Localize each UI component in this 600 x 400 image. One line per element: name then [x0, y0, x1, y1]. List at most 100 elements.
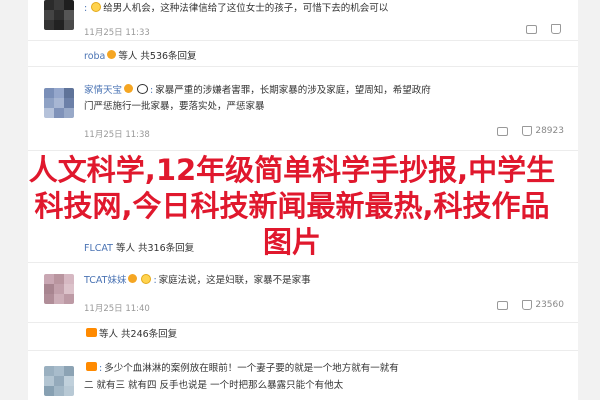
avatar-pixel [64, 386, 74, 396]
avatar-pixel [64, 376, 74, 386]
screenshot-page: : 给男人机会，这种法律信给了这位女士的孩子，可惜下去的机会可以 11月25日 1… [0, 0, 600, 400]
face-emoji-icon [91, 2, 102, 12]
avatar-pixel [44, 274, 54, 284]
avatar[interactable] [44, 274, 74, 304]
comment-body: 家暴严重的涉嫌者害罪，长期家暴的涉及家庭，望周知，希望政府 [155, 85, 431, 96]
username[interactable]: 家情天宝 [84, 85, 122, 96]
reply-summary[interactable]: roba 等人 共536条回复 [84, 50, 197, 63]
avatar-pixel [54, 0, 64, 10]
avatar[interactable] [44, 366, 74, 396]
avatar-pixel [44, 0, 54, 10]
avatar-pixel [64, 20, 74, 30]
divider [28, 322, 578, 323]
verified-icon [124, 84, 134, 93]
comment-actions [526, 24, 564, 34]
avatar-pixel [64, 108, 74, 118]
colon: : [150, 85, 154, 96]
like-count: 28923 [535, 126, 564, 136]
avatar-pixel [64, 10, 74, 20]
reply-icon[interactable] [526, 24, 537, 34]
avatar-pixel [44, 294, 54, 304]
like-button[interactable] [551, 24, 564, 34]
avatar-pixel [54, 386, 64, 396]
reply-summary[interactable]: 等人 共246条回复 [84, 328, 177, 341]
avatar-pixel [64, 98, 74, 108]
comment-actions: 28923 [497, 126, 564, 136]
reply-icon[interactable] [497, 126, 509, 136]
comment-body: 多少个血淋淋的案例放在眼前！一个妻子要的就是一个地方就有一就有 [104, 363, 399, 374]
overlay-title: 人文科学,12年级简单科学手抄报,中学生科技网,今日科技新闻最新最热,科技作品图… [28, 153, 556, 259]
divider [28, 40, 578, 41]
username[interactable]: roba [84, 51, 105, 62]
divider [28, 66, 578, 67]
avatar-pixel [44, 386, 54, 396]
list-item: roba 等人 共536条回复 [28, 44, 578, 66]
avatar-pixel [64, 366, 74, 376]
list-item: 家情天宝: 家暴严重的涉嫌者害罪，长期家暴的涉及家庭，望周知，希望政府 门严惩施行… [28, 84, 578, 148]
divider [28, 350, 578, 351]
list-item: : 多少个血淋淋的案例放在眼前！一个妻子要的就是一个地方就有一就有 二 就有三 就… [28, 362, 578, 400]
verified-icon [107, 50, 117, 59]
avatar-pixel [54, 98, 64, 108]
reply-icon[interactable] [497, 300, 509, 310]
username[interactable]: TCAT妹妹 [84, 275, 126, 286]
avatar-pixel [44, 366, 54, 376]
timestamp: 11月25日 11:33 [84, 28, 150, 38]
like-button[interactable]: 23560 [522, 300, 564, 310]
comment-text: TCAT妹妹: 家庭法说，这是妇联，家暴不是家事 [84, 274, 311, 287]
verified-icon [128, 274, 138, 283]
avatar-pixel [54, 294, 64, 304]
avatar-pixel [54, 274, 64, 284]
avatar-pixel [44, 98, 54, 108]
comment-body: 门严惩施行一批家暴，要落实处，严惩家暴 [84, 101, 265, 112]
avatar-pixel [54, 88, 64, 98]
colon: : [99, 363, 103, 374]
colon: : [84, 3, 88, 14]
avatar-pixel [64, 274, 74, 284]
list-item: TCAT妹妹: 家庭法说，这是妇联，家暴不是家事 11月25日 11:40 235… [28, 272, 578, 322]
avatar-pixel [54, 10, 64, 20]
comment-actions: 23560 [497, 300, 564, 310]
avatar-pixel [44, 376, 54, 386]
avatar-pixel [54, 108, 64, 118]
avatar[interactable] [44, 88, 74, 118]
avatar-pixel [54, 366, 64, 376]
face-emoji-icon [141, 274, 152, 284]
reply-count-text: 等人 共536条回复 [118, 51, 197, 62]
avatar-pixel [64, 294, 74, 304]
avatar-pixel [64, 284, 74, 294]
avatar-pixel [54, 20, 64, 30]
avatar-pixel [54, 284, 64, 294]
avatar-pixel [64, 88, 74, 98]
panda-emoji-icon [137, 84, 149, 94]
comment-body: 二 就有三 就有四 反手也说是 一个时把那么暴露只能个有他太 [84, 380, 344, 391]
timestamp: 11月25日 11:38 [84, 130, 150, 140]
avatar-pixel [64, 0, 74, 10]
avatar-pixel [54, 376, 64, 386]
comment-text: : 给男人机会，这种法律信给了这位女士的孩子，可惜下去的机会可以 [84, 2, 388, 15]
avatar-pixel [44, 10, 54, 20]
vip-icon [86, 362, 97, 371]
vip-icon [86, 328, 97, 337]
like-count: 23560 [535, 300, 564, 310]
reply-count-text: 等人 共246条回复 [99, 329, 178, 340]
thumb-up-icon [522, 126, 533, 136]
list-item: : 给男人机会，这种法律信给了这位女士的孩子，可惜下去的机会可以 11月25日 1… [28, 0, 578, 44]
comment-text-line2: 门严惩施行一批家暴，要落实处，严惩家暴 [84, 100, 265, 113]
divider [28, 262, 578, 263]
avatar-pixel [44, 88, 54, 98]
thumb-up-icon [551, 24, 561, 34]
divider [28, 150, 578, 151]
avatar-pixel [44, 284, 54, 294]
thumb-up-icon [522, 300, 533, 310]
timestamp: 11月25日 11:40 [84, 304, 150, 314]
comment-text-line2: 二 就有三 就有四 反手也说是 一个时把那么暴露只能个有他太 [84, 379, 343, 392]
like-button[interactable]: 28923 [522, 126, 564, 136]
avatar-pixel [44, 108, 54, 118]
avatar[interactable] [44, 0, 74, 30]
right-frame [577, 0, 600, 400]
colon: : [153, 275, 157, 286]
comment-text: : 多少个血淋淋的案例放在眼前！一个妻子要的就是一个地方就有一就有 [84, 362, 399, 375]
avatar-pixel [44, 20, 54, 30]
list-item: 等人 共246条回复 [28, 326, 578, 346]
